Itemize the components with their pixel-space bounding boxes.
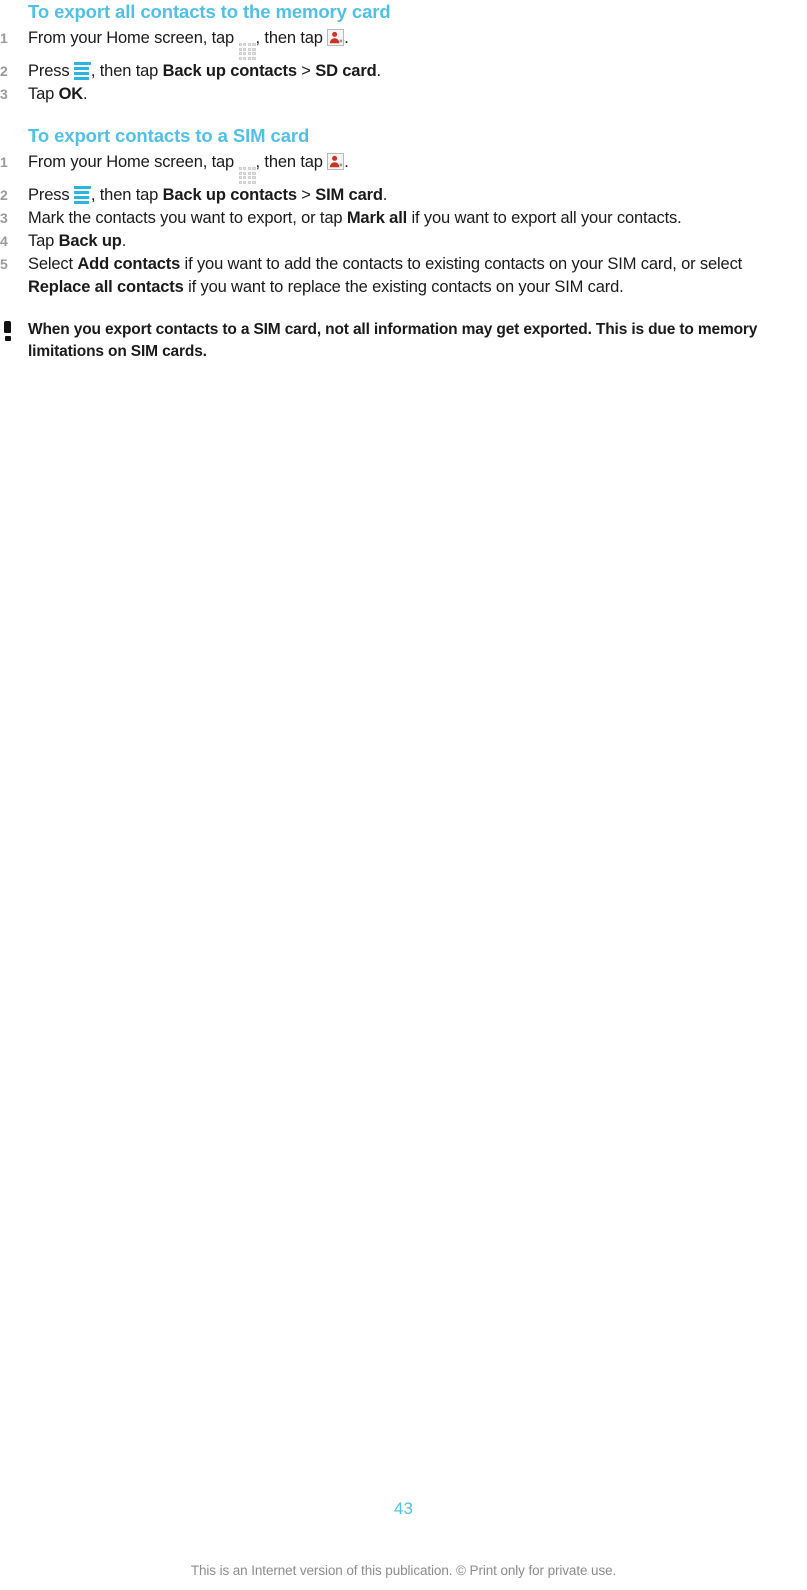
step-text: Mark the contacts you want to export, or…	[28, 208, 682, 227]
ui-label: Add contacts	[77, 254, 181, 273]
note-spacer	[0, 299, 807, 319]
exclamation-icon	[4, 320, 12, 341]
section-heading: To export all contacts to the memory car…	[28, 1, 391, 22]
step-item: 4 Tap Back up.	[0, 230, 807, 253]
guide-page: To export all contacts to the memory car…	[0, 0, 807, 1590]
ui-label: SD card	[315, 61, 377, 80]
app-drawer-grid-icon	[238, 42, 256, 60]
ui-label: OK	[58, 84, 84, 103]
step-number: 1	[0, 30, 8, 46]
step-text: From your Home screen, tap , then tap .	[28, 151, 807, 184]
page-number: 43	[393, 1499, 414, 1518]
section: To export all contacts to the memory car…	[0, 0, 807, 106]
ui-label: SIM card	[315, 185, 383, 204]
ui-label: Back up contacts	[162, 185, 297, 204]
steps-list: 1 From your Home screen, tap , then tap .…	[0, 151, 807, 299]
step-text: Tap Back up.	[28, 231, 127, 250]
step-item: 1 From your Home screen, tap , then tap .	[0, 151, 807, 184]
step-item: 3 Tap OK.	[0, 83, 807, 106]
contacts-icon	[327, 29, 345, 46]
ui-label: Replace all contacts	[28, 277, 184, 296]
step-item: 2 Press , then tap Back up contacts > SIM…	[0, 184, 807, 207]
ui-label: Back up contacts	[162, 61, 297, 80]
step-number: 2	[0, 186, 8, 203]
step-text: Press , then tap Back up contacts > SD c…	[28, 61, 381, 80]
step-number: 1	[0, 153, 8, 170]
step-text: From your Home screen, tap , then tap .	[28, 27, 807, 60]
ui-label: Mark all	[346, 208, 408, 227]
section: To export contacts to a SIM card 1 From yo…	[0, 125, 807, 299]
menu-icon	[73, 61, 91, 80]
step-item: 2 Press , then tap Back up contacts > SD …	[0, 60, 807, 83]
sections-container: To export all contacts to the memory car…	[0, 0, 807, 299]
step-number: 5	[0, 255, 8, 272]
page-content: To export all contacts to the memory car…	[0, 0, 807, 363]
step-text: Press , then tap Back up contacts > SIM …	[28, 185, 388, 204]
menu-icon	[73, 185, 91, 204]
steps-list: 1 From your Home screen, tap , then tap .…	[0, 27, 807, 106]
step-number: 3	[0, 209, 8, 226]
ui-label: Back up	[58, 231, 122, 250]
step-item: 5 Select Add contacts if you want to add …	[0, 253, 807, 299]
section-heading: To export contacts to a SIM card	[28, 124, 310, 146]
step-item: 1 From your Home screen, tap , then tap .	[0, 27, 807, 60]
contacts-icon	[327, 152, 345, 170]
step-number: 3	[0, 85, 8, 102]
step-number: 2	[0, 62, 8, 79]
step-text: Tap OK.	[28, 84, 88, 103]
step-text: Select Add contacts if you want to add t…	[28, 254, 743, 296]
app-drawer-grid-icon	[238, 166, 256, 184]
step-number: 4	[0, 232, 8, 249]
note-callout: When you export contacts to a SIM card, …	[0, 319, 807, 363]
footer-note: This is an Internet version of this publ…	[190, 1563, 617, 1578]
step-item: 3 Mark the contacts you want to export, o…	[0, 207, 807, 230]
note-text: When you export contacts to a SIM card, …	[28, 320, 758, 360]
